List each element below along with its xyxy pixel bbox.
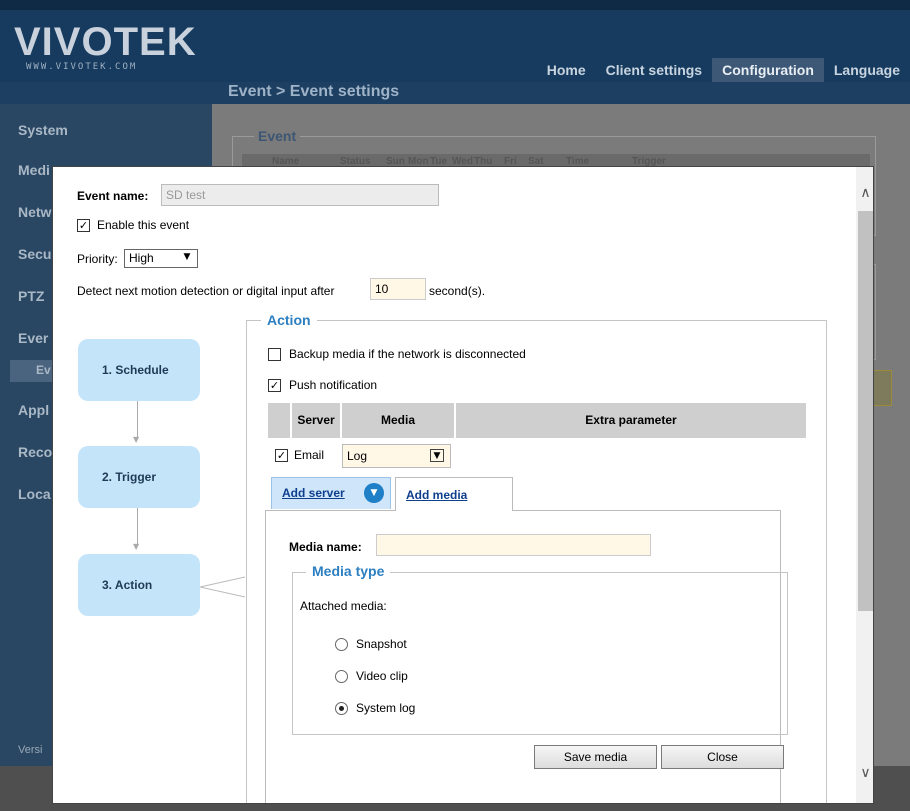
radio-system-log-label: System log bbox=[356, 701, 416, 715]
push-notification-checkbox[interactable]: ✓ bbox=[268, 379, 281, 392]
scroll-thumb[interactable] bbox=[858, 211, 873, 611]
breadcrumb: Event > Event settings bbox=[228, 83, 400, 100]
sidebar-item-system[interactable]: System bbox=[18, 122, 68, 138]
scroll-down-icon[interactable]: ∨ bbox=[856, 765, 873, 785]
step-action[interactable]: 3. Action bbox=[78, 554, 200, 616]
backup-media-label: Backup media if the network is disconnec… bbox=[289, 347, 526, 361]
scroll-up-icon[interactable]: ∧ bbox=[856, 185, 873, 205]
nav-language[interactable]: Language bbox=[824, 62, 910, 82]
event-settings-dialog: Event name: SD test ✓ Enable this event … bbox=[52, 166, 874, 804]
dialog-scrollbar[interactable]: ∧ ∨ bbox=[856, 167, 873, 803]
table-header-server: Server bbox=[292, 403, 340, 438]
nav-configuration[interactable]: Configuration bbox=[712, 58, 824, 82]
expand-icon[interactable]: ▼ bbox=[364, 483, 384, 503]
email-media-select[interactable]: Log ▼ bbox=[342, 444, 451, 468]
push-notification-label: Push notification bbox=[289, 378, 378, 392]
sidebar-item-event[interactable]: Ever bbox=[18, 330, 48, 346]
priority-select[interactable]: High ▼ bbox=[124, 249, 198, 268]
enable-event-checkbox[interactable]: ✓ bbox=[77, 219, 90, 232]
backup-media-checkbox[interactable] bbox=[268, 348, 281, 361]
table-header-blank bbox=[268, 403, 290, 438]
arrow-down-icon: ▼ bbox=[133, 435, 140, 444]
radio-snapshot[interactable] bbox=[335, 638, 348, 651]
radio-video-clip-label: Video clip bbox=[356, 669, 408, 683]
sidebar-item-security[interactable]: Secu bbox=[18, 246, 51, 262]
detect-seconds-input[interactable]: 10 bbox=[370, 278, 426, 300]
sidebar-item-applications[interactable]: Appl bbox=[18, 402, 49, 418]
chevron-down-icon: ▼ bbox=[183, 252, 191, 262]
nav-client-settings[interactable]: Client settings bbox=[596, 62, 712, 82]
step-trigger[interactable]: 2. Trigger bbox=[78, 446, 200, 508]
arrow-down-icon: ▼ bbox=[133, 542, 140, 551]
breadcrumb-bar: Event > Event settings bbox=[0, 82, 910, 104]
save-media-button[interactable]: Save media bbox=[534, 745, 657, 769]
tab-add-server-label: Add server bbox=[282, 486, 345, 500]
nav-home[interactable]: Home bbox=[537, 62, 596, 82]
bg-event-title: Event bbox=[254, 128, 301, 144]
radio-snapshot-label: Snapshot bbox=[356, 637, 407, 651]
event-name-input[interactable]: SD test bbox=[161, 184, 439, 206]
sidebar-item-ptz[interactable]: PTZ bbox=[18, 288, 44, 304]
tab-add-media[interactable]: Add media bbox=[395, 477, 513, 511]
header-bar: VIVOTEK WWW.VIVOTEK.COM Home Client sett… bbox=[0, 0, 910, 82]
email-label: Email bbox=[294, 448, 325, 462]
chevron-down-icon: ▼ bbox=[430, 449, 444, 462]
step-schedule[interactable]: 1. Schedule bbox=[78, 339, 200, 401]
sidebar-item-network[interactable]: Netw bbox=[18, 204, 51, 220]
radio-video-clip[interactable] bbox=[335, 670, 348, 683]
vivotek-logo: VIVOTEK WWW.VIVOTEK.COM bbox=[14, 20, 197, 72]
sidebar-subitem-event-settings: Ev bbox=[36, 363, 51, 377]
event-name-label: Event name: bbox=[77, 189, 149, 203]
priority-label: Priority: bbox=[77, 252, 118, 266]
detect-label: Detect next motion detection or digital … bbox=[77, 284, 335, 298]
media-name-input[interactable] bbox=[376, 534, 651, 556]
tab-add-server[interactable]: Add server ▼ bbox=[271, 477, 391, 509]
attached-media-label: Attached media: bbox=[300, 599, 387, 613]
email-checkbox[interactable]: ✓ bbox=[275, 449, 288, 462]
table-header-extra-parameter: Extra parameter bbox=[456, 403, 806, 438]
version-text: Versi bbox=[18, 744, 43, 756]
action-legend: Action bbox=[261, 312, 317, 328]
tab-add-media-label: Add media bbox=[406, 488, 468, 502]
sidebar-item-media[interactable]: Medi bbox=[18, 162, 50, 178]
sidebar-item-recording[interactable]: Reco bbox=[18, 444, 52, 460]
enable-event-label: Enable this event bbox=[97, 218, 190, 232]
radio-system-log[interactable] bbox=[335, 702, 348, 715]
sidebar-item-local-storage[interactable]: Loca bbox=[18, 486, 51, 502]
top-nav: Home Client settings Configuration Langu… bbox=[537, 58, 910, 82]
media-name-label: Media name: bbox=[289, 540, 362, 554]
table-header-media: Media bbox=[342, 403, 454, 438]
close-button[interactable]: Close bbox=[661, 745, 784, 769]
media-type-legend: Media type bbox=[306, 563, 391, 579]
detect-unit-label: second(s). bbox=[429, 284, 486, 298]
step-connector bbox=[200, 576, 246, 598]
